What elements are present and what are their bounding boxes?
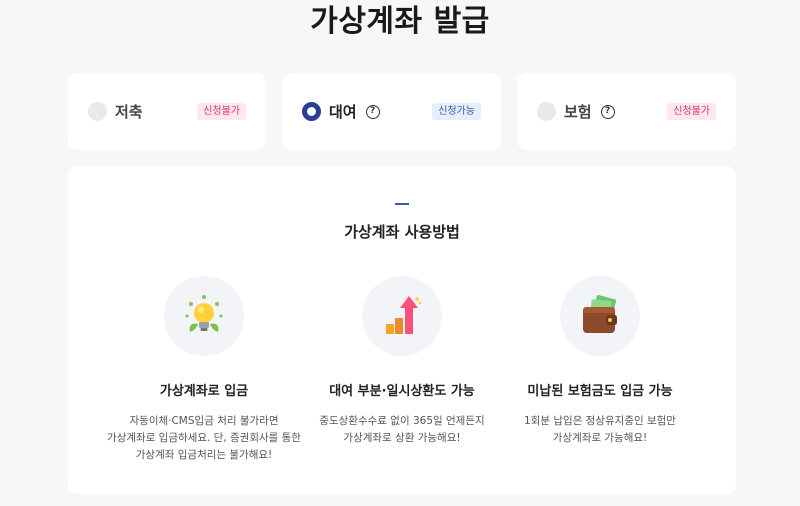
usage-panel: 가상계좌 사용방법 가상계좌로 입금 자동이체·CMS입금 처리 불가라면 가상… (68, 166, 736, 494)
feature-item: 대여 부분·일시상환도 가능 중도상환수수료 없이 365일 언제든지 가상계좌… (302, 276, 502, 447)
status-badge-loan: 신청가능 (432, 103, 481, 120)
feature-title: 미납된 보험금도 입금 가능 (527, 384, 673, 399)
option-label-savings: 저축 (115, 103, 143, 121)
status-badge-savings: 신청불가 (197, 103, 246, 120)
title-divider (395, 203, 409, 205)
lightbulb-icon (164, 276, 244, 356)
radio-insurance[interactable] (537, 102, 556, 121)
feature-description: 자동이체·CMS입금 처리 불가라면 가상계좌로 입금하세요. 단, 증권회사를… (107, 415, 301, 461)
feature-title: 대여 부분·일시상환도 가능 (329, 384, 475, 399)
option-label-insurance: 보험 (564, 103, 592, 121)
help-icon[interactable]: ? (600, 104, 615, 119)
option-card-savings[interactable]: 저축 신청불가 (68, 73, 266, 150)
feature-item: 가상계좌로 입금 자동이체·CMS입금 처리 불가라면 가상계좌로 입금하세요.… (104, 276, 304, 464)
feature-title: 가상계좌로 입금 (159, 384, 249, 399)
help-icon[interactable]: ? (365, 104, 380, 119)
radio-loan[interactable] (302, 102, 321, 121)
option-card-insurance[interactable]: 보험 ? 신청불가 (517, 73, 736, 150)
radio-savings[interactable] (88, 102, 107, 121)
usage-title: 가상계좌 사용방법 (344, 223, 460, 241)
option-card-loan[interactable]: 대여 ? 신청가능 (282, 73, 501, 150)
feature-description: 중도상환수수료 없이 365일 언제든지 가상계좌로 상환 가능해요! (319, 415, 485, 444)
growth-chart-icon (362, 276, 442, 356)
feature-item: 미납된 보험금도 입금 가능 1회분 납입은 정상유지중인 보험만 가상계좌로 … (500, 276, 700, 447)
status-badge-insurance: 신청불가 (667, 103, 716, 120)
page-title: 가상계좌 발급 (310, 4, 490, 39)
feature-description: 1회분 납입은 정상유지중인 보험만 가상계좌로 가능해요! (524, 415, 676, 444)
wallet-icon (560, 276, 640, 356)
option-label-loan: 대여 (329, 103, 357, 121)
